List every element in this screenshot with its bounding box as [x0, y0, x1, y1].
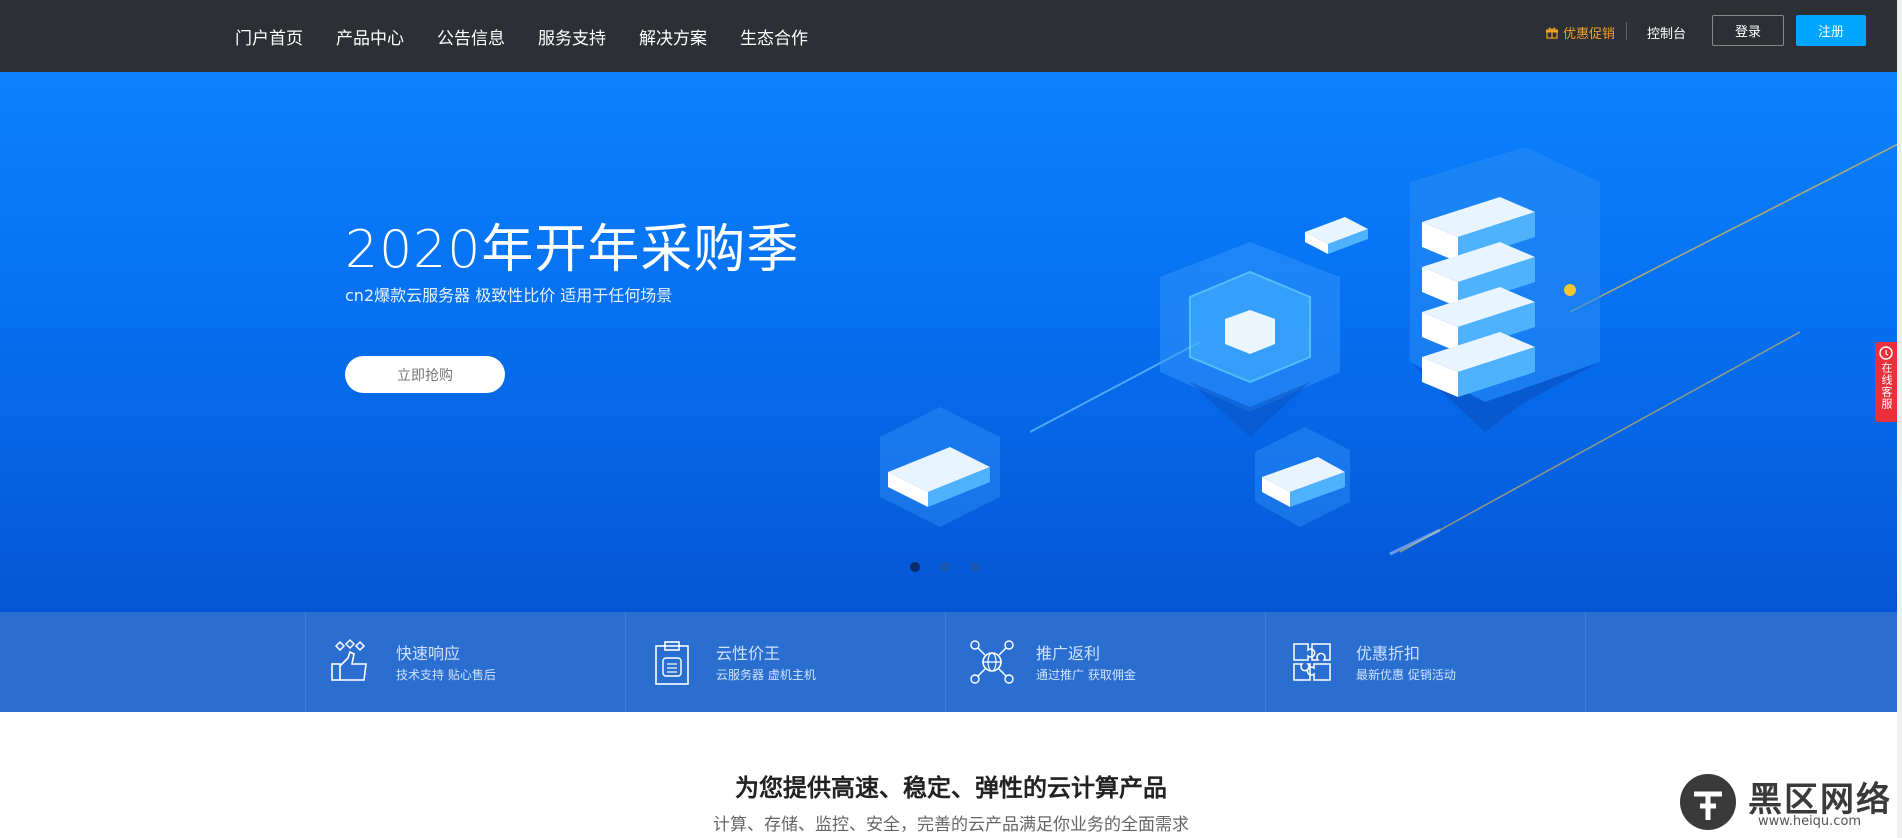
puzzle-icon — [1293, 643, 1331, 681]
hero-illustration — [880, 141, 1902, 556]
buy-now-button[interactable]: 立即抢购 — [345, 356, 505, 393]
gift-icon — [1546, 27, 1558, 39]
block-right-graphic — [1255, 427, 1350, 527]
feature-title: 快速响应 — [396, 644, 461, 663]
watermark-emblem-icon — [1680, 774, 1736, 830]
feature-desc: 技术支持 贴心售后 — [396, 668, 496, 682]
hero-banner: 2020年开年采购季 cn2爆款云服务器 极致性比价 适用于任何场景 立即抢购 — [0, 72, 1902, 612]
chat-bubble-icon — [1879, 346, 1893, 360]
nav-item-support[interactable]: 服务支持 — [538, 24, 606, 49]
nav-item-announcements[interactable]: 公告信息 — [437, 24, 505, 49]
feature-desc: 云服务器 虚机主机 — [716, 668, 816, 682]
carousel-dots — [910, 562, 980, 572]
console-link[interactable]: 控制台 — [1647, 23, 1686, 42]
carousel-dot-3[interactable] — [970, 562, 980, 572]
thumbs-up-hearts-icon — [331, 638, 367, 681]
hero-subtitle: cn2爆款云服务器 极致性比价 适用于任何场景 — [345, 286, 673, 305]
top-navbar: 门户首页 产品中心 公告信息 服务支持 解决方案 生态合作 优惠促销 控制台 登… — [0, 0, 1902, 72]
watermark-logo: 黑区网络 www.heiqu.com — [1668, 770, 1902, 838]
register-button[interactable]: 注册 — [1796, 15, 1866, 46]
feature-desc: 通过推广 获取佣金 — [1036, 668, 1136, 682]
network-globe-icon — [970, 640, 1014, 684]
block-left-graphic — [880, 407, 1000, 527]
feature-strip: 快速响应 技术支持 贴心售后 云性价王 云服务器 虚机主机 推广返利 通过推广 … — [0, 612, 1902, 712]
feature-title: 云性价王 — [716, 644, 781, 663]
feature-title: 优惠折扣 — [1356, 644, 1421, 663]
carousel-dot-1[interactable] — [910, 562, 920, 572]
page-scrollbar[interactable] — [1897, 0, 1902, 838]
section-title: 为您提供高速、稳定、弹性的云计算产品 — [735, 774, 1167, 802]
header-divider — [1626, 22, 1627, 40]
nav-item-products[interactable]: 产品中心 — [336, 24, 404, 49]
feature-title: 推广返利 — [1036, 644, 1101, 663]
feature-cloud-value[interactable]: 云性价王 云服务器 虚机主机 — [625, 612, 945, 712]
hero-title: 2020年开年采购季 — [345, 220, 800, 280]
feature-desc: 最新优惠 促销活动 — [1356, 668, 1456, 682]
feature-discounts[interactable]: 优惠折扣 最新优惠 促销活动 — [1265, 612, 1585, 712]
feature-fast-response[interactable]: 快速响应 技术支持 贴心售后 — [305, 612, 625, 712]
promo-label: 优惠促销 — [1563, 27, 1616, 42]
watermark-url: www.heiqu.com — [1758, 814, 1862, 829]
promo-link[interactable]: 优惠促销 — [1546, 23, 1615, 42]
login-button[interactable]: 登录 — [1712, 15, 1784, 46]
nav-item-ecosystem[interactable]: 生态合作 — [740, 24, 808, 49]
clipboard-server-icon — [655, 641, 689, 685]
server-tower-graphic — [1410, 147, 1600, 432]
nav-item-home[interactable]: 门户首页 — [235, 24, 303, 49]
nav-item-solutions[interactable]: 解决方案 — [639, 24, 707, 49]
feature-divider-end — [1585, 612, 1586, 712]
online-service-label: 在线客服 — [1880, 362, 1893, 410]
carousel-dot-2[interactable] — [940, 562, 950, 572]
glowing-cube-graphic — [1160, 242, 1340, 437]
small-block-graphic — [1305, 217, 1368, 254]
online-service-tab[interactable]: 在线客服 — [1875, 342, 1897, 422]
main-nav: 门户首页 产品中心 公告信息 服务支持 解决方案 生态合作 — [235, 0, 841, 72]
section-subtitle: 计算、存储、监控、安全，完善的云产品满足你业务的全面需求 — [713, 815, 1189, 835]
feature-referral[interactable]: 推广返利 通过推广 获取佣金 — [945, 612, 1265, 712]
